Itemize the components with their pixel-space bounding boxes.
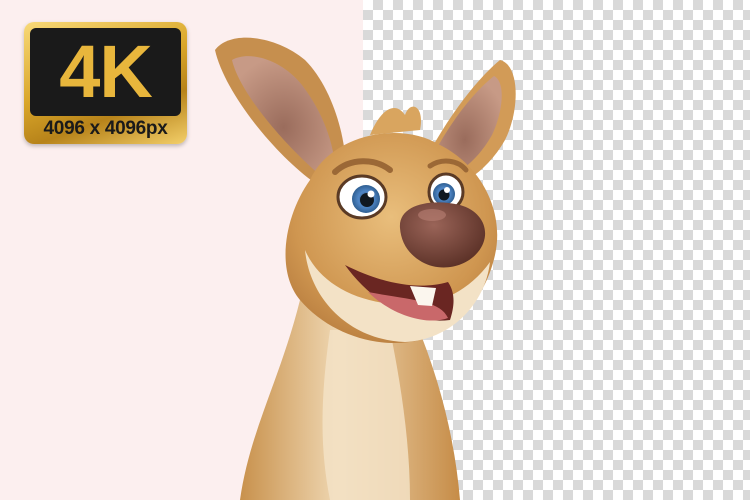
badge-resolution-label: 4096 x 4096px bbox=[43, 118, 168, 139]
resolution-badge: 4K 4096 x 4096px bbox=[24, 22, 187, 144]
badge-dark-panel: 4K bbox=[30, 28, 181, 116]
left-eye bbox=[336, 174, 388, 220]
badge-4k-label: 4K bbox=[59, 30, 153, 113]
image-canvas: 4K 4096 x 4096px bbox=[0, 0, 750, 500]
